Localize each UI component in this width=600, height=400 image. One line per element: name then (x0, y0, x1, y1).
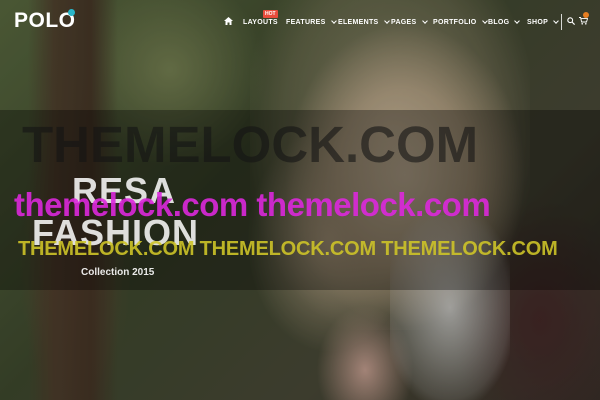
watermark-yellow: THEMELOCK.COM THEMELOCK.COM THEMELOCK.CO… (18, 238, 558, 260)
nav-item-features[interactable]: FEATURES (286, 15, 337, 29)
logo[interactable]: POLO (14, 9, 76, 33)
cart-icon[interactable] (579, 17, 588, 25)
nav-item-blog[interactable]: BLOG (488, 15, 521, 29)
chevron-down-icon (421, 17, 428, 24)
nav-item-label: FEATURES (286, 18, 326, 26)
site-header: POLO HOT LAYOUTS FEATURES ELEMENTS PAGES… (0, 0, 600, 42)
chevron-down-icon (383, 17, 390, 24)
nav-item-layouts[interactable]: LAYOUTS (243, 15, 278, 29)
chevron-down-icon (481, 17, 488, 24)
chevron-down-icon (553, 17, 559, 24)
chevron-down-icon (330, 17, 337, 24)
logo-accent-dot (68, 9, 75, 16)
nav-item-label: PAGES (391, 18, 417, 26)
home-icon[interactable] (224, 17, 233, 25)
nav-divider (561, 14, 562, 30)
nav-item-label: ELEMENTS (338, 18, 379, 26)
nav-item-portfolio[interactable]: PORTFOLIO (433, 15, 488, 29)
nav-item-label: SHOP (527, 18, 549, 26)
hero-subtitle: Collection 2015 (81, 267, 155, 278)
chevron-down-icon (514, 17, 521, 24)
nav-item-pages[interactable]: PAGES (391, 15, 428, 29)
nav-item-elements[interactable]: ELEMENTS (338, 15, 390, 29)
watermark-pink: themelock.com themelock.com (14, 186, 491, 223)
search-icon[interactable] (567, 17, 575, 25)
nav-item-label: PORTFOLIO (433, 18, 477, 26)
nav-item-label: LAYOUTS (243, 18, 278, 26)
nav-item-shop[interactable]: SHOP (527, 15, 559, 29)
cart-count-badge (583, 12, 589, 18)
nav-item-label: BLOG (488, 18, 510, 26)
watermark-large: THEMELOCK.COM (22, 116, 479, 173)
